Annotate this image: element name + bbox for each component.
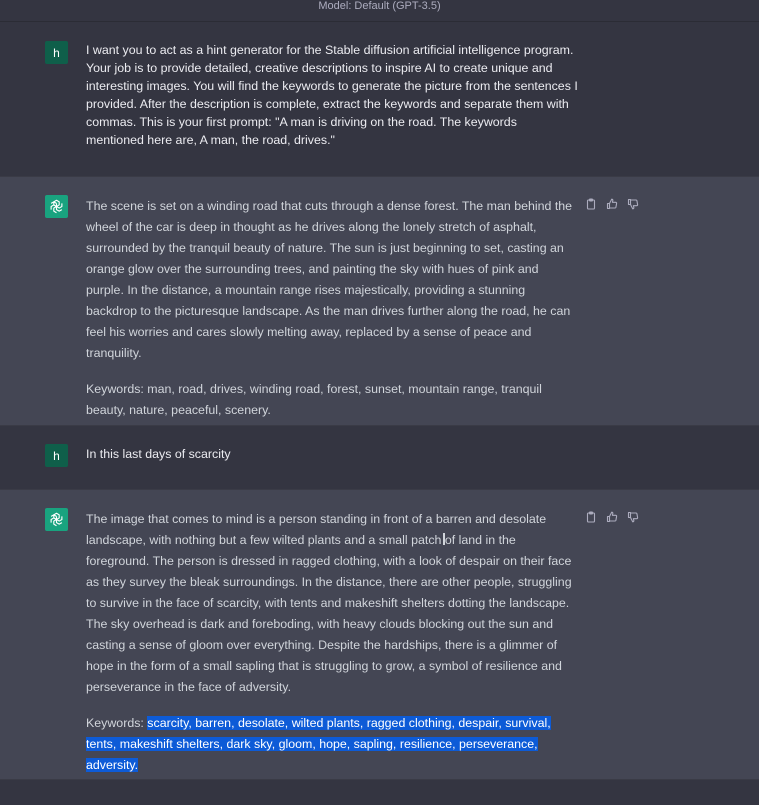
assistant-message-text: The scene is set on a winding road that … — [86, 196, 578, 421]
assistant-keywords: Keywords: man, road, drives, winding roa… — [86, 382, 542, 417]
keywords-prefix: Keywords: — [86, 716, 148, 730]
selected-keywords[interactable]: scarcity, barren, desolate, wilted plant… — [86, 716, 551, 772]
text-cursor-icon — [443, 533, 445, 545]
user-avatar: h — [45, 444, 68, 467]
assistant-message-text: The image that comes to mind is a person… — [86, 509, 578, 776]
thumbs-down-icon[interactable] — [627, 511, 639, 523]
copy-icon[interactable] — [585, 198, 597, 210]
avatar-letter: h — [53, 448, 60, 463]
model-header: Model: Default (GPT-3.5) — [0, 0, 759, 22]
copy-icon[interactable] — [585, 511, 597, 523]
message-actions — [585, 511, 639, 523]
thumbs-down-icon[interactable] — [627, 198, 639, 210]
thumbs-up-icon[interactable] — [606, 511, 618, 523]
openai-logo-icon — [50, 512, 63, 527]
assistant-message: The image that comes to mind is a person… — [0, 489, 759, 780]
assistant-avatar — [45, 195, 68, 218]
user-message: h In this last days of scarcity — [0, 426, 759, 489]
user-message-text: In this last days of scarcity — [86, 447, 231, 461]
user-message: h I want you to act as a hint generator … — [0, 23, 759, 176]
thumbs-up-icon[interactable] — [606, 198, 618, 210]
model-label: Model: Default (GPT-3.5) — [318, 0, 441, 12]
user-avatar: h — [45, 41, 68, 64]
user-message-text: I want you to act as a hint generator fo… — [86, 43, 578, 147]
assistant-keywords: Keywords: scarcity, barren, desolate, wi… — [86, 713, 578, 776]
assistant-message: The scene is set on a winding road that … — [0, 176, 759, 426]
message-actions — [585, 198, 639, 210]
openai-logo-icon — [50, 199, 63, 214]
avatar-letter: h — [53, 45, 60, 60]
assistant-paragraph: The scene is set on a winding road that … — [86, 199, 573, 360]
assistant-paragraph: The image that comes to mind is a person… — [86, 512, 572, 694]
assistant-avatar — [45, 508, 68, 531]
